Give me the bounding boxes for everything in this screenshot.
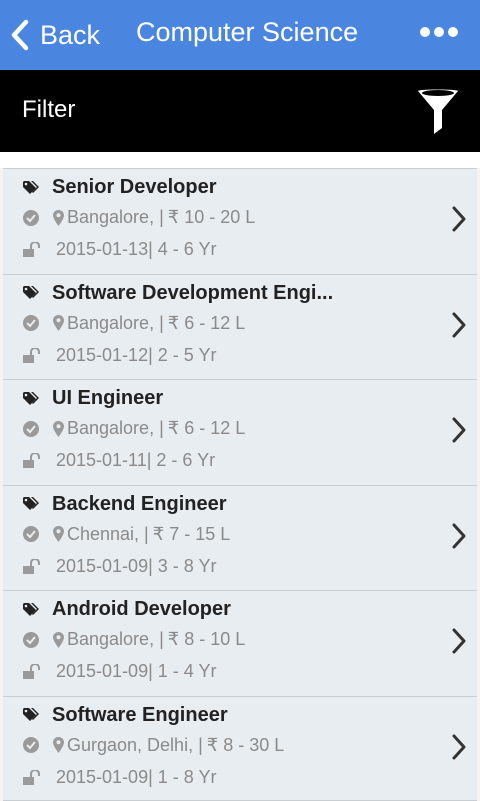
job-title: Software Development Engi... bbox=[52, 282, 333, 305]
map-marker-icon bbox=[53, 421, 64, 437]
job-salary: ₹ 6 - 12 L bbox=[168, 313, 246, 334]
job-salary: ₹ 8 - 30 L bbox=[207, 735, 285, 756]
tags-icon bbox=[23, 603, 40, 617]
chevron-right-icon[interactable] bbox=[451, 416, 467, 444]
job-list-item[interactable]: Senior Developer Bangalore, | ₹ 10 - 20 … bbox=[3, 168, 477, 274]
job-date-experience: 2015-01-11| 2 - 6 Yr bbox=[56, 450, 215, 471]
job-title-row: Senior Developer bbox=[23, 176, 217, 199]
unlock-icon bbox=[23, 453, 40, 468]
more-dot-icon bbox=[448, 27, 458, 37]
job-list-item[interactable]: Android Developer Bangalore, | ₹ 8 - 10 … bbox=[3, 590, 477, 696]
check-circle-icon bbox=[23, 632, 39, 648]
job-location: Bangalore, | bbox=[67, 629, 164, 650]
chevron-right-icon[interactable] bbox=[451, 311, 467, 339]
filter-label: Filter bbox=[22, 96, 75, 124]
job-location: Bangalore, | bbox=[67, 207, 164, 228]
chevron-right-icon[interactable] bbox=[451, 205, 467, 233]
job-date-experience: 2015-01-09| 3 - 8 Yr bbox=[56, 556, 216, 577]
job-date-row: 2015-01-11| 2 - 6 Yr bbox=[23, 450, 215, 471]
job-salary: ₹ 6 - 12 L bbox=[168, 418, 246, 439]
job-salary: ₹ 7 - 15 L bbox=[153, 524, 231, 545]
job-date-row: 2015-01-09| 1 - 8 Yr bbox=[23, 767, 216, 788]
job-date-experience: 2015-01-09| 1 - 4 Yr bbox=[56, 661, 216, 682]
back-label: Back bbox=[40, 20, 100, 51]
job-location: Bangalore, | bbox=[67, 418, 164, 439]
job-list-item[interactable]: UI Engineer Bangalore, | ₹ 6 - 12 L 2015… bbox=[3, 379, 477, 485]
job-list-item[interactable]: Software Engineer Gurgaon, Delhi, | ₹ 8 … bbox=[3, 696, 477, 801]
filter-funnel-icon[interactable] bbox=[416, 88, 460, 136]
job-list-item[interactable]: Software Development Engi... Bangalore, … bbox=[3, 274, 477, 380]
unlock-icon bbox=[23, 242, 40, 257]
chevron-right-icon[interactable] bbox=[451, 733, 467, 761]
job-salary: ₹ 10 - 20 L bbox=[168, 207, 256, 228]
job-list-item[interactable]: Backend Engineer Chennai, | ₹ 7 - 15 L 2… bbox=[3, 485, 477, 591]
unlock-icon bbox=[23, 770, 40, 785]
job-location-row: Gurgaon, Delhi, | ₹ 8 - 30 L bbox=[23, 735, 284, 756]
job-title: Senior Developer bbox=[52, 176, 217, 199]
job-title-row: Software Development Engi... bbox=[23, 282, 333, 305]
job-title: Backend Engineer bbox=[52, 493, 227, 516]
job-location-row: Bangalore, | ₹ 8 - 10 L bbox=[23, 629, 245, 650]
unlock-icon bbox=[23, 664, 40, 679]
check-circle-icon bbox=[23, 526, 39, 542]
job-location-row: Bangalore, | ₹ 10 - 20 L bbox=[23, 207, 255, 228]
tags-icon bbox=[23, 708, 40, 722]
map-marker-icon bbox=[53, 632, 64, 648]
page-title: Computer Science bbox=[136, 17, 358, 48]
job-location: Chennai, | bbox=[67, 524, 149, 545]
filter-bar[interactable]: Filter bbox=[0, 70, 480, 152]
tags-icon bbox=[23, 286, 40, 300]
more-options-button[interactable] bbox=[420, 27, 458, 37]
tags-icon bbox=[23, 181, 40, 195]
job-location-row: Bangalore, | ₹ 6 - 12 L bbox=[23, 418, 245, 439]
map-marker-icon bbox=[53, 315, 64, 331]
chevron-right-icon[interactable] bbox=[451, 522, 467, 550]
map-marker-icon bbox=[53, 210, 64, 226]
back-button[interactable]: Back bbox=[10, 15, 100, 55]
job-title: Software Engineer bbox=[52, 704, 228, 727]
job-title: UI Engineer bbox=[52, 387, 163, 410]
job-list[interactable]: Senior Developer Bangalore, | ₹ 10 - 20 … bbox=[0, 152, 480, 800]
app-header: Back Computer Science bbox=[0, 0, 480, 70]
job-title-row: Backend Engineer bbox=[23, 493, 227, 516]
job-date-row: 2015-01-13| 4 - 6 Yr bbox=[23, 239, 216, 260]
job-date-row: 2015-01-09| 3 - 8 Yr bbox=[23, 556, 216, 577]
job-location: Bangalore, | bbox=[67, 313, 164, 334]
job-date-row: 2015-01-09| 1 - 4 Yr bbox=[23, 661, 216, 682]
job-location: Gurgaon, Delhi, | bbox=[67, 735, 203, 756]
tags-icon bbox=[23, 497, 40, 511]
list-spacer bbox=[0, 152, 480, 168]
check-circle-icon bbox=[23, 737, 39, 753]
job-salary: ₹ 8 - 10 L bbox=[168, 629, 246, 650]
map-marker-icon bbox=[53, 737, 64, 753]
more-dot-icon bbox=[420, 27, 430, 37]
unlock-icon bbox=[23, 348, 40, 363]
map-marker-icon bbox=[53, 526, 64, 542]
job-title-row: UI Engineer bbox=[23, 387, 163, 410]
chevron-left-icon bbox=[10, 19, 30, 51]
chevron-right-icon[interactable] bbox=[451, 627, 467, 655]
job-title-row: Android Developer bbox=[23, 598, 231, 621]
check-circle-icon bbox=[23, 421, 39, 437]
job-date-experience: 2015-01-13| 4 - 6 Yr bbox=[56, 239, 216, 260]
check-circle-icon bbox=[23, 315, 39, 331]
job-location-row: Chennai, | ₹ 7 - 15 L bbox=[23, 524, 230, 545]
job-date-experience: 2015-01-09| 1 - 8 Yr bbox=[56, 767, 216, 788]
job-title: Android Developer bbox=[52, 598, 231, 621]
job-title-row: Software Engineer bbox=[23, 704, 228, 727]
check-circle-icon bbox=[23, 210, 39, 226]
more-dot-icon bbox=[434, 27, 444, 37]
job-date-row: 2015-01-12| 2 - 5 Yr bbox=[23, 345, 216, 366]
unlock-icon bbox=[23, 559, 40, 574]
job-location-row: Bangalore, | ₹ 6 - 12 L bbox=[23, 313, 245, 334]
tags-icon bbox=[23, 392, 40, 406]
job-date-experience: 2015-01-12| 2 - 5 Yr bbox=[56, 345, 216, 366]
